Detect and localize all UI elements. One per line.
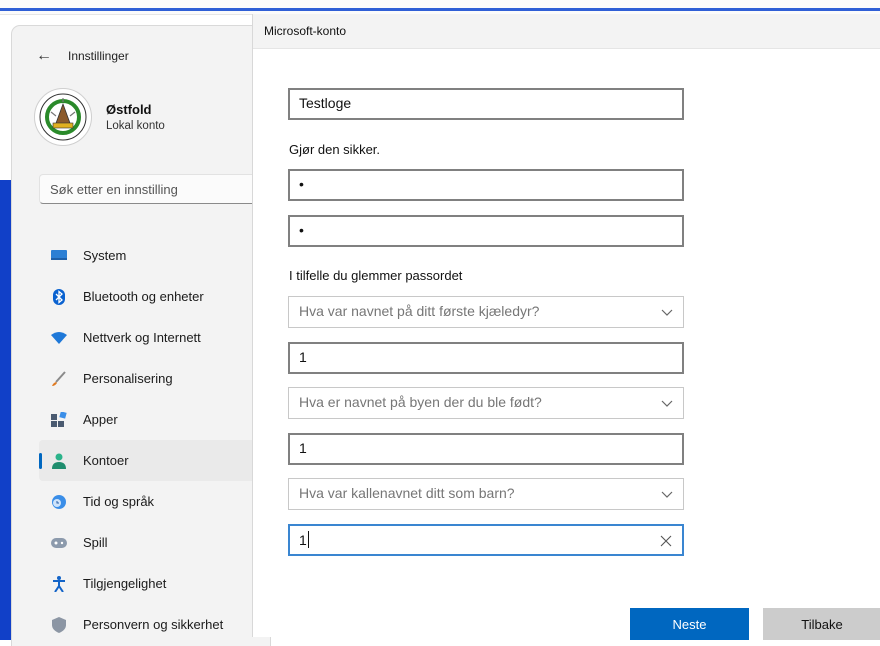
chevron-down-icon xyxy=(661,396,673,412)
settings-window: ← Innstillinger Østfold Lokal konto Søk … xyxy=(12,26,270,646)
avatar xyxy=(34,88,92,146)
shield-icon xyxy=(51,616,67,633)
clear-icon[interactable] xyxy=(660,534,672,550)
microsoft-account-dialog: Microsoft-konto Testloge Gjør den sikker… xyxy=(252,14,880,640)
accessibility-icon xyxy=(51,575,67,592)
nav-label: Personvern og sikkerhet xyxy=(83,617,224,632)
nav-item-gaming[interactable]: Spill xyxy=(39,522,270,563)
nav-label: Nettverk og Internett xyxy=(83,330,201,345)
desktop-accent-strip xyxy=(0,8,880,11)
nav-label: Tid og språk xyxy=(83,494,155,509)
back-row: ← Innstillinger xyxy=(36,46,129,66)
wifi-icon xyxy=(51,330,67,346)
username-input[interactable]: Testloge xyxy=(288,88,684,120)
globe-clock-icon xyxy=(51,494,67,510)
gamepad-icon xyxy=(51,535,67,551)
settings-nav: System Bluetooth og enheter Nettverk og … xyxy=(39,235,270,645)
active-indicator xyxy=(39,453,42,469)
dialog-title: Microsoft-konto xyxy=(264,24,347,38)
chevron-down-icon xyxy=(661,487,673,503)
secure-label: Gjør den sikker. xyxy=(289,142,381,157)
confirm-password-input[interactable]: • xyxy=(288,215,684,247)
back-button[interactable]: Tilbake xyxy=(763,608,880,640)
recovery-label: I tilfelle du glemmer passordet xyxy=(289,268,463,283)
next-button[interactable]: Neste xyxy=(630,608,749,640)
nav-label: Spill xyxy=(83,535,108,550)
nav-item-bluetooth[interactable]: Bluetooth og enheter xyxy=(39,276,270,317)
nav-item-accounts[interactable]: Kontoer xyxy=(39,440,270,481)
security-question-2-text: Hva er navnet på byen der du ble født? xyxy=(299,394,542,410)
person-icon xyxy=(51,453,67,469)
dialog-titlebar: Microsoft-konto xyxy=(253,14,880,49)
apps-icon xyxy=(51,411,67,428)
nav-label: Personalisering xyxy=(83,371,173,386)
security-question-3-text: Hva var kallenavnet ditt som barn? xyxy=(299,485,515,501)
settings-search-input[interactable]: Søk etter en innstilling xyxy=(39,174,264,204)
nav-item-privacy[interactable]: Personvern og sikkerhet xyxy=(39,604,270,645)
security-question-1-select[interactable]: Hva var navnet på ditt første kjæledyr? xyxy=(288,296,684,328)
security-answer-3-input[interactable]: 1 xyxy=(288,524,684,556)
profile-subtitle: Lokal konto xyxy=(106,120,165,132)
monitor-icon xyxy=(51,248,67,264)
profile-name: Østfold xyxy=(106,102,152,117)
nav-item-apps[interactable]: Apper xyxy=(39,399,270,440)
back-arrow-icon[interactable]: ← xyxy=(36,47,60,65)
nav-item-personalization[interactable]: Personalisering xyxy=(39,358,270,399)
security-answer-3-text: 1 xyxy=(299,532,307,548)
avatar-emblem-icon xyxy=(39,93,87,141)
nav-item-system[interactable]: System xyxy=(39,235,270,276)
settings-title: Innstillinger xyxy=(68,49,129,63)
security-answer-2-input[interactable]: 1 xyxy=(288,433,684,465)
text-caret xyxy=(307,531,309,548)
nav-label: System xyxy=(83,248,127,263)
nav-label: Kontoer xyxy=(83,453,129,468)
nav-label: Tilgjengelighet xyxy=(83,576,167,591)
password-input[interactable]: • xyxy=(288,169,684,201)
nav-item-time-language[interactable]: Tid og språk xyxy=(39,481,270,522)
chevron-down-icon xyxy=(661,305,673,321)
security-question-1-text: Hva var navnet på ditt første kjæledyr? xyxy=(299,303,540,319)
nav-label: Bluetooth og enheter xyxy=(83,289,204,304)
nav-item-accessibility[interactable]: Tilgjengelighet xyxy=(39,563,270,604)
security-question-2-select[interactable]: Hva er navnet på byen der du ble født? xyxy=(288,387,684,419)
nav-item-network[interactable]: Nettverk og Internett xyxy=(39,317,270,358)
bluetooth-icon xyxy=(51,288,67,305)
nav-label: Apper xyxy=(83,412,118,427)
brush-icon xyxy=(51,370,67,387)
security-answer-1-input[interactable]: 1 xyxy=(288,342,684,374)
security-question-3-select[interactable]: Hva var kallenavnet ditt som barn? xyxy=(288,478,684,510)
profile-card[interactable]: Østfold Lokal konto xyxy=(34,88,165,146)
